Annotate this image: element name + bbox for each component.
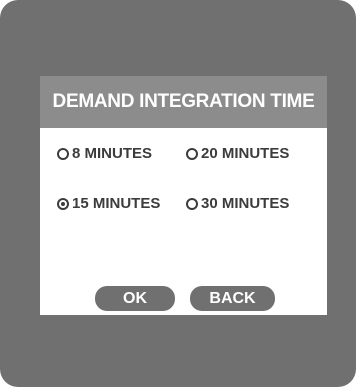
integration-time-dialog: DEMAND INTEGRATION TIME 8 MINUTES 20 MIN… [40,76,327,315]
option-label: 8 MINUTES [72,145,153,162]
option-label: 20 MINUTES [201,145,290,162]
option-8-minutes[interactable]: 8 MINUTES [57,145,152,162]
back-button[interactable]: BACK [190,286,275,311]
radio-button-icon[interactable] [186,197,198,210]
ok-button[interactable]: OK [95,286,175,311]
device-bezel: DEMAND INTEGRATION TIME 8 MINUTES 20 MIN… [0,0,356,387]
option-30-minutes[interactable]: 30 MINUTES [186,195,289,212]
radio-button-selected-icon[interactable] [57,197,69,210]
option-20-minutes[interactable]: 20 MINUTES [186,145,289,162]
dialog-title: DEMAND INTEGRATION TIME [40,76,327,128]
option-label: 30 MINUTES [201,195,290,212]
option-label: 15 MINUTES [72,195,161,212]
radio-button-icon[interactable] [57,147,69,160]
option-15-minutes[interactable]: 15 MINUTES [57,195,160,212]
radio-button-icon[interactable] [186,147,198,160]
